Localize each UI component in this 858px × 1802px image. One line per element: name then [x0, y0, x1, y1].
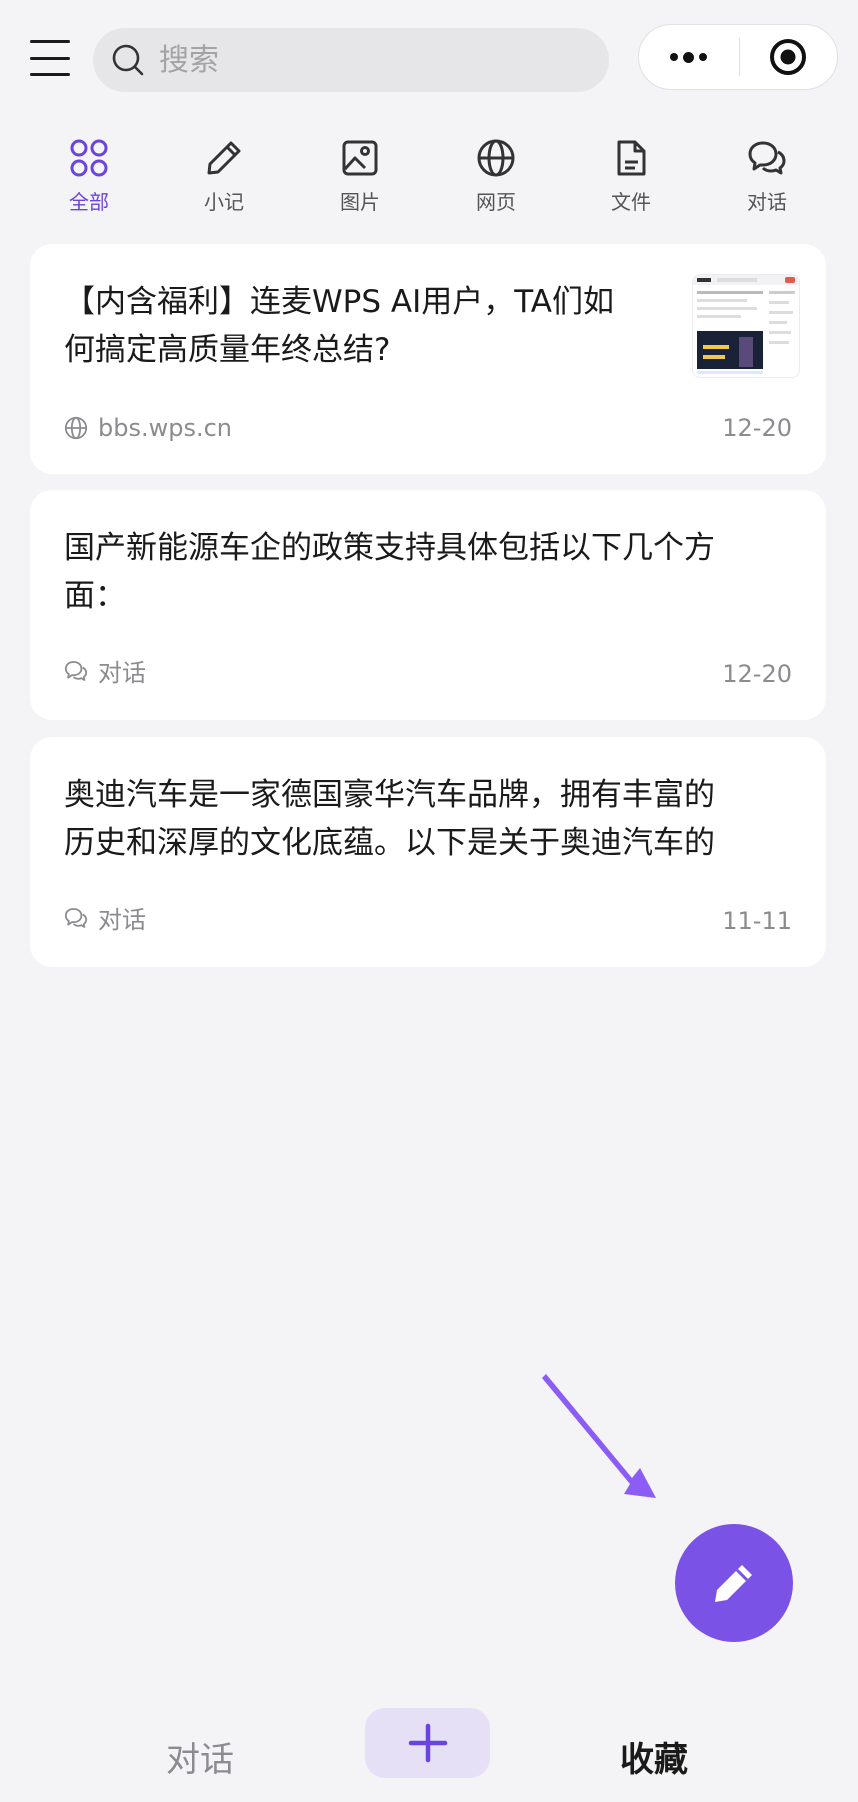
favorite-card-webpage[interactable]: 【内含福利】连麦WPS AI用户，TA们如 何搞定高质量年终总结? bbs.wp… [30, 244, 826, 474]
card-title: 【内含福利】连麦WPS AI用户，TA们如 何搞定高质量年终总结? [64, 284, 614, 368]
grid-icon [70, 139, 108, 177]
tab-images[interactable]: 图片 [310, 136, 410, 215]
card-date: 11-11 [722, 907, 792, 935]
search-input[interactable] [157, 41, 581, 79]
target-close-icon [770, 39, 807, 75]
tab-label: 图片 [340, 190, 380, 214]
card-source: 对话 [64, 653, 146, 688]
favorite-card-chat[interactable]: 奥迪汽车是一家德国豪华汽车品牌，拥有丰富的 历史和深厚的文化底蕴。以下是关于奥迪… [30, 737, 826, 967]
category-tabs: 全部 小记 图片 网页 文件 对话 [0, 136, 858, 216]
tab-label: 小记 [204, 190, 244, 214]
chat-icon [748, 141, 786, 175]
card-date: 12-20 [722, 660, 792, 688]
globe-icon [64, 416, 88, 440]
mini-program-capsule [638, 24, 838, 90]
search-icon [112, 44, 144, 76]
more-options-button[interactable] [639, 25, 739, 89]
favorite-card-chat[interactable]: 国产新能源车企的政策支持具体包括以下几个方 面： 对话 12-20 [30, 490, 826, 720]
tab-chats[interactable]: 对话 [717, 136, 817, 215]
compose-note-button[interactable] [675, 1524, 793, 1642]
tab-all[interactable]: 全部 [39, 136, 139, 215]
source-label: 对话 [98, 659, 146, 687]
tab-files[interactable]: 文件 [581, 136, 681, 215]
card-source: 对话 [64, 900, 146, 935]
plus-icon [408, 1723, 447, 1763]
pencil-icon [715, 1565, 752, 1602]
card-title: 奥迪汽车是一家德国豪华汽车品牌，拥有丰富的 历史和深厚的文化底蕴。以下是关于奥迪… [64, 777, 715, 861]
tab-webpages[interactable]: 网页 [446, 136, 546, 215]
tab-label: 对话 [747, 190, 787, 214]
chat-icon [64, 907, 88, 928]
document-icon [617, 140, 646, 176]
globe-icon [477, 139, 515, 177]
add-button[interactable] [365, 1708, 490, 1778]
card-source: bbs.wps.cn [64, 414, 232, 442]
tab-notes[interactable]: 小记 [174, 136, 274, 215]
favorites-page: 全部 小记 图片 [0, 0, 858, 1802]
source-label: bbs.wps.cn [98, 414, 233, 442]
close-mini-program-button[interactable] [740, 25, 838, 89]
webpage-thumbnail [692, 274, 800, 378]
tab-label: 全部 [69, 190, 109, 214]
bottom-tab-chat[interactable]: 对话 [166, 1732, 234, 1781]
chat-icon [64, 660, 88, 681]
bottom-navigation: 对话 收藏 [0, 1700, 858, 1802]
card-date: 12-20 [722, 414, 792, 442]
guide-arrow-icon [542, 1374, 656, 1498]
search-bar[interactable] [93, 28, 609, 92]
menu-icon[interactable] [30, 40, 70, 76]
image-icon [342, 140, 378, 176]
pencil-icon [207, 141, 241, 175]
tab-label: 网页 [476, 190, 516, 214]
tab-label: 文件 [611, 190, 651, 214]
source-label: 对话 [98, 906, 146, 934]
bottom-tab-favorites[interactable]: 收藏 [620, 1732, 688, 1781]
card-title: 国产新能源车企的政策支持具体包括以下几个方 面： [64, 530, 715, 614]
